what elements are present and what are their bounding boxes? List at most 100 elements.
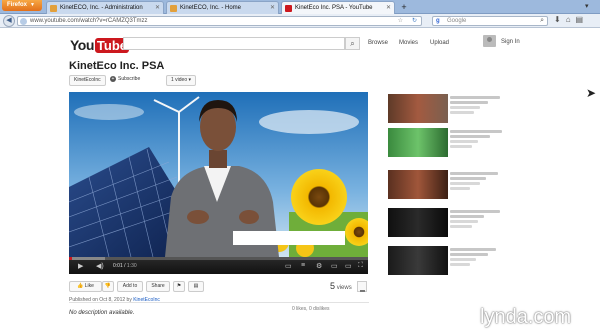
subscribe-label: Subscribe [118,76,141,82]
volume-icon[interactable]: ◀) [96,262,104,270]
caption-box [233,231,345,245]
dislike-button[interactable]: 👎 [102,281,114,292]
new-tab-button[interactable]: + [398,2,410,13]
search-placeholder: Google [447,18,467,24]
google-logo-icon: g [436,18,440,24]
close-icon[interactable]: ✕ [155,2,160,14]
firefox-menu-button[interactable]: Firefox ▼ [2,0,42,11]
tab-label: KinetEco Inc. PSA - YouTube [295,5,373,11]
screen: { "browser": { "app_button": "Firefox", … [0,0,600,336]
views-number: 5 [330,281,336,291]
share-button[interactable]: Share [146,281,170,292]
settings-gear-icon[interactable]: ⚙ [316,262,322,270]
nav-upload-link[interactable]: Upload [430,40,449,46]
add-to-button[interactable]: Add to [117,281,143,292]
favicon-icon [50,5,57,12]
transcript-icon[interactable]: ▤ [188,281,204,292]
chevron-down-icon: ▼ [30,2,35,8]
video-count-dropdown[interactable]: 1 video ▾ [166,75,197,86]
youtube-search-input[interactable] [123,37,345,50]
nav-movies-link[interactable]: Movies [399,40,418,46]
bookmarks-icon[interactable]: ▤ [576,15,589,24]
duration: 1:30 [126,263,137,269]
search-icon[interactable]: ⌕ [345,37,360,50]
related-text[interactable] [450,130,505,150]
video-player[interactable]: ▶ ◀) 0:01 / 1:30 ▭ ≡ ⚙ ▭ ▭ ⛶ [69,92,368,274]
current-time: 0:01 [113,263,123,269]
play-icon[interactable]: ▶ [78,262,83,270]
url-text: www.youtube.com/watch?v=rCAMZQ3Tmzz [30,18,148,24]
bookmark-star-icon[interactable]: ☆ [398,17,403,26]
lynda-watermark: lynda.com [480,306,572,328]
browser-nav-bar: ◀ www.youtube.com/watch?v=rCAMZQ3Tmzz ☆ … [0,14,600,28]
related-text[interactable] [450,210,505,230]
chevron-down-icon: ▾ [188,77,192,83]
annotations-icon[interactable]: ≡ [301,262,305,269]
video-title: KinetEco Inc. PSA [69,60,165,72]
stats-bar-chart-icon[interactable] [357,281,367,292]
avatar[interactable] [483,35,496,47]
tab-label: KinetECO, Inc. - Home [180,5,242,11]
address-bar[interactable]: www.youtube.com/watch?v=rCAMZQ3Tmzz ☆ ↻ [17,16,422,26]
downloads-icon[interactable]: ⬇ [554,15,566,24]
video-count-label: 1 video [171,77,188,83]
reload-icon[interactable]: ↻ [412,17,417,26]
captions-icon[interactable]: ▭ [285,262,292,270]
related-thumbnail[interactable] [388,94,448,123]
flag-icon[interactable]: ⚑ [173,281,185,292]
channel-name-button[interactable]: KinetEcoInc [69,75,106,86]
cloud [259,110,359,134]
related-text[interactable] [450,96,505,116]
related-thumbnail[interactable] [388,246,448,275]
player-controls: ▶ ◀) 0:01 / 1:30 ▭ ≡ ⚙ ▭ ▭ ⛶ [69,257,368,274]
logo-you: You [70,37,94,53]
subscribe-button[interactable]: + Subscribe [110,75,140,86]
sign-in-link[interactable]: Sign In [501,39,520,45]
large-player-icon[interactable]: ▭ [345,262,352,270]
youtube-favicon-icon [285,5,292,12]
progress-bar[interactable] [69,257,368,260]
close-icon[interactable]: ✕ [270,2,275,14]
like-button[interactable]: 👍 Like [69,281,102,292]
fullscreen-icon[interactable]: ⛶ [358,262,363,270]
related-text[interactable] [450,172,505,192]
site-identity-icon[interactable] [20,18,27,25]
time-display: 0:01 / 1:30 [113,263,137,269]
thumbs-down-icon: 👎 [104,283,112,289]
buffered-bar [69,257,105,260]
related-text[interactable] [450,248,505,268]
search-bar[interactable]: g Google ⌕ [432,16,548,26]
views-label: views [336,285,352,291]
published-channel-link[interactable]: KinetEcoInc [133,297,160,303]
small-player-icon[interactable]: ▭ [331,262,338,270]
played-bar [69,257,72,260]
related-thumbnail[interactable] [388,170,448,199]
home-icon[interactable]: ⌂ [566,15,576,24]
tab-label: KinetECO, Inc. - Administration [60,5,143,11]
plus-icon: + [110,75,116,82]
back-arrow-icon[interactable]: ◀ [3,15,15,27]
close-icon[interactable]: ✕ [386,2,391,14]
tab-home[interactable]: KinetECO, Inc. - Home ✕ [166,1,279,14]
published-date: Published on Oct 8, 2012 by [69,297,132,303]
likes-summary: 0 likes, 0 dislikes [292,306,330,312]
view-count: 5 views [330,281,352,291]
related-thumbnail[interactable] [388,208,448,237]
published-info: Published on Oct 8, 2012 by KinetEcoInc [69,297,160,303]
search-icon[interactable]: ⌕ [540,16,544,25]
tab-administration[interactable]: KinetECO, Inc. - Administration ✕ [46,1,164,14]
list-all-tabs-icon[interactable]: ▾ [585,2,589,10]
favicon-icon [170,5,177,12]
related-thumbnail[interactable] [388,128,448,157]
like-label: Like [84,283,94,289]
nav-browse-link[interactable]: Browse [368,40,388,46]
mouse-cursor-icon: ➤ [586,86,597,100]
cloud [74,104,144,120]
tab-youtube[interactable]: KinetEco Inc. PSA - YouTube ✕ [281,1,395,14]
firefox-menu-label: Firefox [7,2,28,8]
youtube-logo[interactable]: You Tube [70,37,129,53]
toolbar-icons: ⬇⌂▤ [554,15,588,24]
browser-tab-bar: Firefox ▼ KinetECO, Inc. - Administration… [0,0,600,14]
thumbs-up-icon: 👍 [77,283,84,289]
video-description: No description available. [69,310,135,316]
